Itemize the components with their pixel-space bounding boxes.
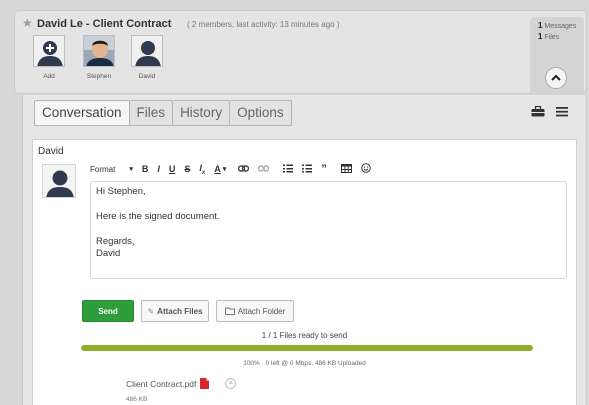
files-label: Files [544,34,560,41]
folder-icon [224,307,235,315]
tab-history[interactable]: History [173,100,231,126]
tab-bar: Conversation Files History Options [34,100,292,126]
chevron-down-icon[interactable]: ▾ [129,165,133,173]
link-icon[interactable] [238,164,250,174]
conversation-title: David Le - Client Contract [37,18,172,30]
star-icon[interactable]: ★ [22,16,33,30]
conversation-meta: ( 2 members, last activity: 13 minutes a… [187,20,340,29]
files-stat: 1 Files [538,32,584,41]
message-closing: Regards, [96,236,135,247]
menu-icon[interactable] [556,106,568,117]
remove-file-button[interactable]: × [225,378,237,389]
conversation-header: ★ David Le - Client Contract ( 2 members… [14,10,587,95]
bold-icon[interactable]: B [142,164,149,174]
user-silhouette-icon [131,35,163,67]
member-label-david: David [138,73,156,80]
file-size: 486 KB [126,396,148,403]
tool-icons [531,106,568,117]
messages-count: 1 [538,21,543,30]
member-label-add: Add [43,73,55,80]
emoji-icon[interactable] [360,163,371,175]
files-count: 1 [538,32,543,41]
message-text: Here is the signed document. [96,211,220,222]
conversation-stats: 1 Messages 1 Files [530,17,584,95]
member-label-stephen: Stephen [86,73,112,80]
unlink-icon[interactable] [258,164,270,174]
table-icon[interactable] [340,163,352,175]
author-avatar [42,164,76,198]
composer-panel: David Format ▾ B I U S Ix A ▾ ” Hi Steph… [32,139,577,405]
messages-label: Messages [544,23,577,30]
italic-icon[interactable]: I [157,164,160,174]
paperclip-icon: ✎ [147,306,155,316]
message-signature: David [96,248,121,259]
tab-files[interactable]: Files [129,100,174,126]
attach-folder-button[interactable]: Attach Folder [216,300,294,322]
numbered-list-icon[interactable] [283,164,294,175]
format-dropdown[interactable]: Format [90,165,115,174]
upload-progress-fill [81,345,533,351]
clear-format-icon[interactable]: Ix [199,163,205,176]
avatar [83,35,115,67]
add-member-icon [33,35,65,67]
editor-toolbar: Format ▾ B I U S Ix A ▾ ” [90,162,380,176]
attach-files-label: Attach Files [157,306,203,316]
strikethrough-icon[interactable]: S [184,164,190,174]
attach-files-button[interactable]: ✎ Attach Files [141,300,209,322]
messages-stat: 1 Messages [538,21,584,30]
add-member-button[interactable]: Add [29,35,69,80]
member-david[interactable]: David [127,35,167,80]
message-greeting: Hi Stephen, [96,186,146,197]
upload-progress-bar [81,345,533,351]
main-content: Conversation Files History Options David… [22,95,587,405]
upload-status-text: 100% · 0 left @ 0 Mbps, 486 KB Uploaded [243,360,366,367]
briefcase-icon[interactable] [531,106,545,117]
attach-folder-label: Attach Folder [237,306,286,316]
underline-icon[interactable]: U [169,164,176,174]
message-editor[interactable]: Hi Stephen, Here is the signed document.… [90,181,567,279]
upload-ready-text: 1 / 1 Files ready to send [261,331,348,340]
bulleted-list-icon[interactable] [302,163,313,175]
quote-icon[interactable]: ” [321,163,327,175]
collapse-header-button[interactable] [545,67,567,89]
pdf-icon [200,378,210,389]
tab-options[interactable]: Options [230,100,292,126]
composer-author: David [38,146,64,157]
file-name: Client Contract.pdf [126,378,197,389]
chevron-up-icon [551,74,561,81]
user-silhouette-icon [43,165,75,197]
member-stephen[interactable]: Stephen [79,35,119,80]
send-button[interactable]: Send [82,300,134,322]
tab-conversation[interactable]: Conversation [34,100,130,126]
attached-file: Client Contract.pdf × [126,378,237,389]
font-color-icon[interactable]: A [214,164,221,174]
